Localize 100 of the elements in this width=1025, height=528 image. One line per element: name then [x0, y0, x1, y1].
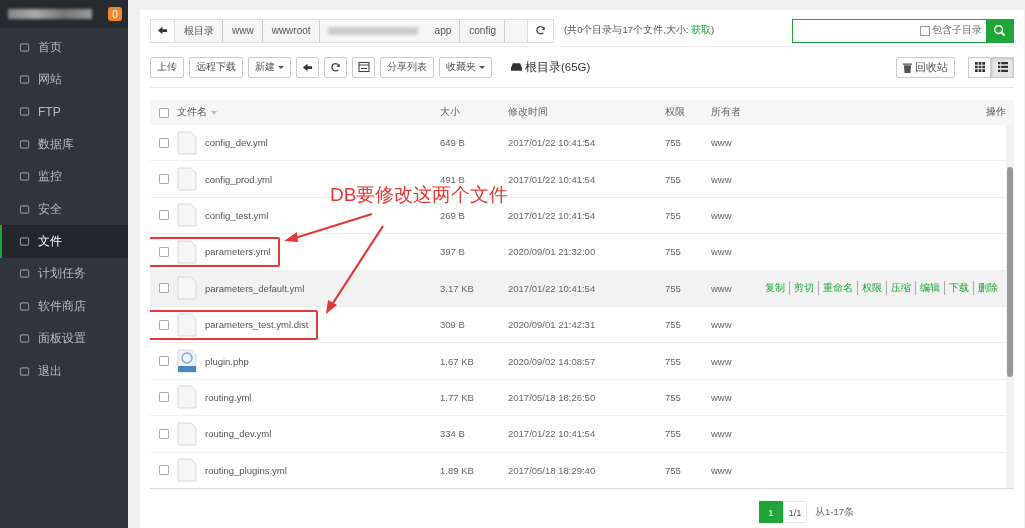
grid-icon — [974, 62, 985, 72]
row-checkbox[interactable] — [158, 428, 169, 439]
select-all-checkbox[interactable] — [158, 107, 169, 118]
table-cell-text: 755 — [665, 319, 682, 331]
table-cell-text: 755 — [665, 173, 682, 185]
row-checkbox[interactable] — [158, 319, 169, 330]
column-header: 大小 — [440, 106, 461, 119]
toolbar-button[interactable]: 上传 — [150, 56, 184, 78]
sidebar-item[interactable]: 退出 — [0, 354, 128, 388]
table-cell-text: 755 — [665, 428, 682, 440]
dropdown-button[interactable]: 收藏夹 — [439, 56, 492, 78]
sidebar-item[interactable]: 计划任务 — [0, 257, 128, 291]
table-cell-text: 309 B — [440, 319, 466, 331]
column-header: 权限 — [665, 106, 686, 119]
table-cell-text: 334 B — [440, 428, 466, 440]
file-name[interactable]: routing_plugins.yml — [205, 464, 287, 476]
sidebar-item[interactable]: 面板设置 — [0, 322, 128, 355]
file-name[interactable]: config_prod.yml — [205, 173, 273, 185]
refresh-button[interactable] — [324, 56, 347, 78]
menu-item-icon — [19, 106, 30, 118]
table-cell-text: 1.67 KB — [440, 355, 475, 367]
scrollbar-thumb[interactable] — [1007, 167, 1013, 377]
sidebar-item[interactable]: 网站 — [0, 63, 128, 96]
sidebar-item[interactable]: FTP — [0, 95, 128, 129]
table-cell-text: 755 — [665, 137, 682, 149]
table-cell-text: 2017/01/22 10:41:54 — [508, 209, 597, 221]
file-icon — [177, 130, 197, 155]
menu-item-icon — [19, 203, 30, 215]
sidebar-item[interactable]: 安全 — [0, 192, 128, 226]
path-segment[interactable]: config — [460, 19, 505, 42]
table-cell-text: www — [711, 464, 733, 476]
path-segment[interactable]: app — [425, 19, 461, 42]
column-header: 操作 — [985, 106, 1007, 119]
table-cell-text: 755 — [665, 282, 682, 294]
menu-item-icon — [19, 41, 30, 53]
include-subdir-checkbox[interactable]: 包含子目录 — [920, 24, 986, 37]
search-icon — [993, 24, 1006, 37]
table-cell-text: 755 — [665, 464, 682, 476]
row-checkbox[interactable] — [158, 174, 169, 185]
row-checkbox[interactable] — [158, 246, 169, 257]
table-cell-text: 2020/09/01 21:42:31 — [508, 319, 597, 331]
search-field[interactable]: 包含子目录 — [792, 18, 1014, 43]
menu-item-icon — [19, 333, 30, 345]
file-name[interactable]: routing_dev.yml — [205, 428, 272, 440]
sidebar-item[interactable]: 首页 — [0, 31, 128, 64]
php-file-icon — [177, 349, 197, 374]
file-name[interactable]: parameters_default.yml — [205, 282, 305, 294]
file-name[interactable]: config_test.yml — [205, 209, 269, 221]
file-name[interactable]: plugin.php — [205, 355, 249, 367]
search-button[interactable] — [986, 19, 1013, 42]
toolbar-button[interactable]: 分享列表 — [380, 56, 434, 78]
row-checkbox[interactable] — [158, 283, 169, 294]
table-cell-text: 269 B — [440, 209, 466, 221]
page-count: 1/1 — [783, 501, 807, 523]
row-checkbox[interactable] — [158, 210, 169, 221]
sort-caret-icon[interactable] — [211, 110, 217, 115]
menu-item-icon — [19, 365, 30, 377]
left-arrow-icon — [302, 61, 313, 73]
sidebar-item[interactable]: 文件 — [0, 225, 128, 258]
sidebar-item[interactable]: 监控 — [0, 160, 128, 193]
disk-label[interactable]: 根目录(65G) — [511, 59, 591, 75]
row-checkbox[interactable] — [158, 356, 169, 367]
table-cell-text: 2017/05/18 18:29:40 — [508, 464, 597, 476]
refresh-icon — [330, 61, 341, 73]
grid-view-button[interactable] — [968, 56, 991, 78]
path-segment[interactable]: www — [223, 19, 263, 42]
recycle-bin-button[interactable]: 回收站 — [896, 56, 955, 78]
menu-item-icon — [19, 300, 30, 312]
sidebar-item[interactable]: 数据库 — [0, 128, 128, 161]
file-icon — [177, 421, 197, 446]
table-cell-text: 755 — [665, 209, 682, 221]
table-cell-text: 2020/09/02 14:08:57 — [508, 355, 597, 367]
path-segment[interactable]: 根目录 — [175, 19, 223, 42]
page-info: 从1-17条 — [815, 505, 854, 519]
file-name[interactable]: routing.yml — [205, 391, 252, 403]
table-cell-text: 1.77 KB — [440, 391, 475, 403]
toolbar-button[interactable]: 远程下载 — [189, 56, 243, 78]
back-button[interactable] — [296, 56, 319, 78]
file-name[interactable]: parameters_test.yml.dist — [205, 319, 309, 331]
table-cell-text: www — [711, 428, 733, 440]
row-checkbox[interactable] — [158, 392, 169, 403]
column-header[interactable]: 文件名 — [177, 106, 207, 119]
row-checkbox[interactable] — [158, 137, 169, 148]
back-button[interactable] — [151, 19, 175, 42]
menu-item-icon — [19, 138, 30, 150]
file-name[interactable]: parameters.yml — [205, 246, 271, 258]
table-cell-text: 2017/01/22 10:41:54 — [508, 173, 597, 185]
dropdown-button[interactable]: 新建 — [248, 56, 291, 78]
refresh-button[interactable] — [527, 19, 553, 42]
table-cell-text: 2017/01/22 10:41:54 — [508, 282, 597, 294]
file-name[interactable]: config_dev.yml — [205, 137, 268, 149]
terminal-button[interactable] — [352, 56, 375, 78]
table-cell-text: www — [711, 173, 733, 185]
row-checkbox[interactable] — [158, 465, 169, 476]
path-segment[interactable]: wwwroot — [262, 19, 320, 42]
table-cell-text: 3.17 KB — [440, 282, 475, 294]
sidebar-item[interactable]: 软件商店 — [0, 290, 128, 323]
list-view-button[interactable] — [991, 56, 1014, 78]
trash-icon — [903, 61, 912, 73]
table-cell-text: 755 — [665, 391, 682, 403]
